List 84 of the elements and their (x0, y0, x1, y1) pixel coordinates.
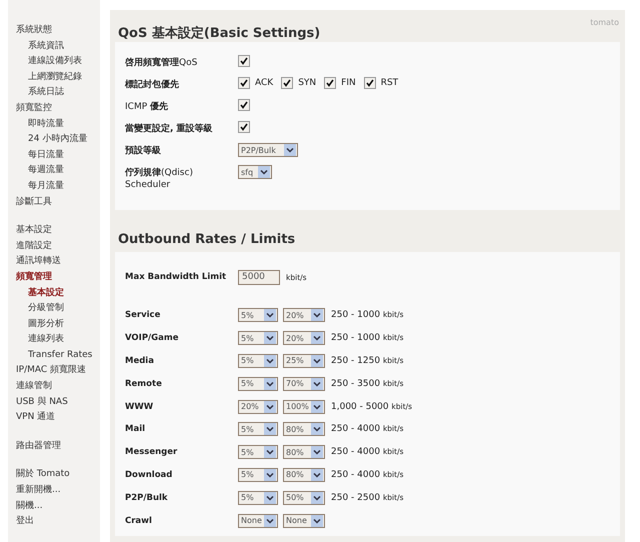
nav-link[interactable]: 24 小時內流量 (8, 132, 100, 148)
min-rate-dropdown[interactable]: 5% (238, 468, 278, 482)
max-rate-dropdown[interactable]: 100% (283, 400, 325, 414)
nav-link[interactable]: 關機... (8, 498, 100, 514)
nav-link[interactable]: 重新開機... (8, 483, 100, 499)
checkbox[interactable] (238, 121, 250, 133)
nav-link[interactable]: 圖形分析 (8, 316, 100, 332)
nav-link[interactable]: 登出 (8, 514, 100, 530)
setting-label: ICMP 優先 (125, 100, 169, 113)
setting-label: 當變更設定, 重設等級 (125, 122, 214, 135)
nav-link[interactable]: 進階設定 (8, 238, 100, 254)
class-label: WWW (125, 402, 154, 412)
nav-link[interactable]: 分級管制 (8, 301, 100, 317)
nav-link[interactable]: 關於 Tomato (8, 467, 100, 484)
nav-link[interactable]: 每週流量 (8, 163, 100, 179)
checkbox[interactable] (238, 55, 250, 67)
brand-text: tomato (590, 18, 619, 27)
nav-link[interactable]: 連線管制 (8, 379, 100, 395)
checkbox[interactable] (281, 77, 294, 89)
min-rate-dropdown[interactable]: 5% (238, 422, 278, 436)
nav-link[interactable]: 每日流量 (8, 148, 100, 164)
nav-link[interactable]: IP/MAC 頻寬限速 (8, 363, 100, 380)
checkbox[interactable] (364, 77, 376, 89)
class-label: Crawl (125, 516, 153, 526)
option-label: RST (380, 78, 398, 88)
nav-link[interactable]: 通訊埠轉送 (8, 254, 100, 270)
setting-label: 佇列規律(Qdisc) Scheduler (125, 166, 194, 191)
max-rate-dropdown[interactable]: 25% (283, 354, 325, 368)
nav-link[interactable]: 系統日誌 (8, 85, 100, 101)
min-rate-dropdown[interactable]: 5% (238, 308, 278, 322)
min-rate-dropdown[interactable]: 5% (238, 331, 278, 346)
class-label: VOIP/Game (125, 333, 180, 344)
dropdown[interactable]: sfq (238, 165, 272, 179)
setting-label: 啓用頻寬管理QoS (125, 56, 198, 69)
class-label: Messenger (125, 447, 178, 458)
nav-link[interactable]: Transfer Rates (8, 348, 100, 364)
nav-link[interactable]: 診斷工具 (8, 194, 100, 210)
option-label: SYN (298, 78, 316, 88)
nav-link[interactable]: 每月流量 (8, 178, 100, 195)
min-rate-dropdown[interactable]: 5% (238, 445, 278, 460)
class-label: Media (125, 356, 155, 366)
nav-link[interactable]: 上網瀏覽紀錄 (8, 70, 100, 86)
nav-link[interactable]: 頻寬管理 (8, 270, 100, 286)
max-rate-dropdown[interactable]: 50% (283, 490, 325, 505)
nav-link[interactable]: 基本設定 (8, 286, 100, 302)
nav-link[interactable]: 基本設定 (8, 223, 100, 239)
min-rate-dropdown[interactable]: 5% (238, 376, 278, 391)
class-label: Service (125, 310, 162, 320)
class-label: Download (125, 470, 174, 480)
dropdown[interactable]: P2P/Bulk (238, 143, 298, 157)
max-rate-dropdown[interactable]: 80% (283, 445, 325, 460)
nav-link[interactable]: 連線設備列表 (8, 54, 100, 70)
section-title: QoS 基本設定(Basic Settings) (117, 24, 320, 42)
min-rate-dropdown[interactable]: 20% (238, 400, 278, 414)
max-rate-dropdown[interactable]: None (283, 514, 325, 528)
min-rate-dropdown[interactable]: None (238, 514, 278, 528)
class-label: P2P/Bulk (125, 492, 169, 503)
checkbox[interactable] (324, 77, 336, 89)
max-rate-dropdown[interactable]: 20% (283, 331, 325, 346)
nav-link[interactable]: 頻寬監控 (8, 100, 100, 117)
max-rate-dropdown[interactable]: 20% (283, 308, 325, 322)
nav-link[interactable]: 路由器管理 (8, 438, 100, 454)
nav-link[interactable]: 系統資訊 (8, 38, 100, 54)
option-label: FIN (341, 78, 356, 88)
max-rate-dropdown[interactable]: 70% (283, 376, 325, 391)
max-rate-dropdown[interactable]: 80% (283, 422, 325, 436)
class-label: Mail (125, 424, 146, 434)
setting-label: Max Bandwidth Limit (125, 272, 228, 282)
setting-label: 預設等級 (125, 144, 162, 157)
min-rate-dropdown[interactable]: 5% (238, 354, 278, 368)
class-label: Remote (125, 378, 163, 389)
checkbox[interactable] (238, 99, 250, 111)
max-rate-dropdown[interactable]: 80% (283, 468, 325, 482)
nav-link[interactable]: 連線列表 (8, 332, 100, 348)
option-label: ACK (255, 78, 274, 88)
section-title: Outbound Rates / Limits (117, 231, 296, 249)
checkbox[interactable] (238, 77, 250, 89)
bandwidth-input[interactable]: 5000 (238, 270, 280, 284)
nav-link[interactable]: USB 與 NAS (8, 394, 100, 410)
nav-link[interactable]: 即時流量 (8, 116, 100, 132)
setting-label: 標記封包優先 (125, 78, 180, 91)
nav-link[interactable]: VPN 通道 (8, 410, 100, 426)
min-rate-dropdown[interactable]: 5% (238, 490, 278, 505)
nav-link[interactable]: 系統狀態 (8, 23, 100, 39)
